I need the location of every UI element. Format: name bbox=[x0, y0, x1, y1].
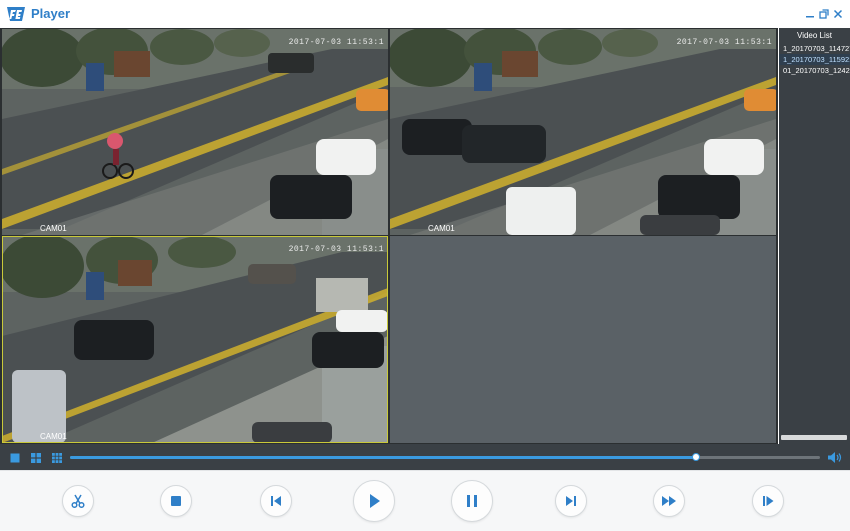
minimize-icon[interactable] bbox=[804, 8, 816, 20]
next-button[interactable] bbox=[555, 485, 587, 517]
pause-button[interactable] bbox=[451, 480, 493, 522]
quad-view-icon[interactable] bbox=[31, 453, 41, 463]
camera-label: CAM01 bbox=[40, 224, 67, 233]
video-pane-4-empty[interactable] bbox=[390, 236, 776, 443]
single-view-icon[interactable] bbox=[10, 453, 20, 463]
playback-control-bar bbox=[0, 470, 850, 531]
close-icon[interactable] bbox=[832, 8, 844, 20]
previous-icon bbox=[271, 496, 281, 506]
previous-button[interactable] bbox=[260, 485, 292, 517]
play-icon bbox=[370, 494, 380, 508]
playback-progress-track[interactable] bbox=[70, 453, 820, 461]
video-pane-1[interactable]: 2017-07-03 11:53:1 CAM01 bbox=[2, 29, 388, 235]
video-grid: 2017-07-03 11:53:1 CAM01 2017-07-03 11:5… bbox=[0, 28, 778, 444]
restore-icon[interactable] bbox=[818, 8, 830, 20]
fast-forward-button[interactable] bbox=[653, 485, 685, 517]
timestamp-overlay: 2017-07-03 11:53:1 bbox=[288, 38, 384, 47]
stop-button[interactable] bbox=[160, 485, 192, 517]
video-list-item[interactable]: 1_20170703_114727 bbox=[779, 43, 850, 54]
camera-feed-image bbox=[390, 29, 776, 235]
fast-forward-icon bbox=[662, 496, 676, 506]
stop-icon bbox=[171, 496, 181, 506]
progress-bar-row bbox=[0, 444, 850, 470]
camera-feed-image bbox=[2, 29, 388, 235]
camera-feed-image bbox=[2, 236, 388, 443]
app-title: Player bbox=[31, 6, 71, 21]
video-list-title: Video List bbox=[797, 31, 832, 40]
playback-progress-handle[interactable] bbox=[691, 453, 700, 461]
next-icon bbox=[566, 496, 576, 506]
video-list-item-selected[interactable]: 1_20170703_115921 bbox=[779, 54, 850, 65]
volume-icon[interactable] bbox=[827, 451, 843, 464]
frame-step-button[interactable] bbox=[752, 485, 784, 517]
video-list-item[interactable]: 01_20170703_124237 bbox=[779, 65, 850, 76]
horizontal-scrollbar[interactable] bbox=[781, 435, 847, 440]
pause-icon bbox=[467, 495, 477, 507]
video-pane-3[interactable]: 2017-07-03 11:53:1 CAM01 bbox=[2, 236, 388, 443]
play-button[interactable] bbox=[353, 480, 395, 522]
nine-view-icon[interactable] bbox=[52, 453, 62, 463]
clip-button[interactable] bbox=[62, 485, 94, 517]
timestamp-overlay: 2017-07-03 11:53:1 bbox=[676, 38, 772, 47]
scissors-icon bbox=[71, 494, 85, 509]
timestamp-overlay: 2017-07-03 11:53:1 bbox=[288, 245, 384, 254]
video-pane-2[interactable]: 2017-07-03 11:53:1 CAM01 bbox=[390, 29, 776, 235]
title-bar: Player bbox=[0, 0, 850, 28]
camera-label: CAM01 bbox=[40, 432, 67, 441]
playback-progress-fill bbox=[70, 456, 696, 459]
step-icon bbox=[763, 496, 774, 506]
app-logo-icon bbox=[7, 7, 25, 21]
camera-label: CAM01 bbox=[428, 224, 455, 233]
video-list-panel: Video List 1_20170703_114727 1_20170703_… bbox=[779, 28, 850, 444]
